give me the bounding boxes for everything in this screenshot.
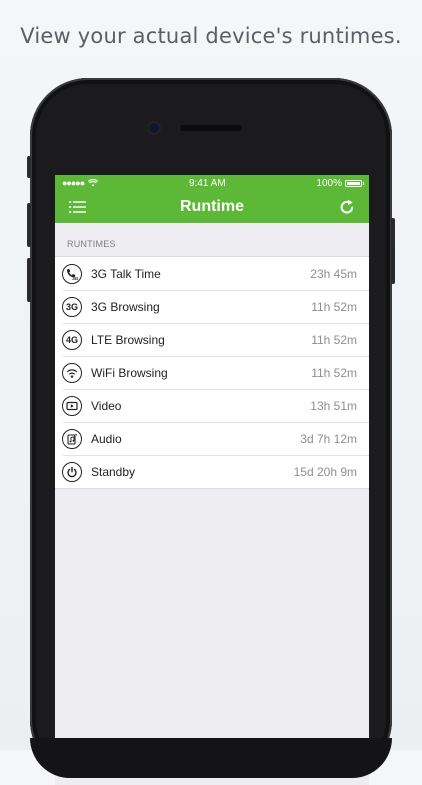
menu-button[interactable] [69, 200, 87, 214]
3g-icon: 3G [62, 296, 82, 317]
video-icon [62, 395, 82, 416]
runtime-row-video[interactable]: Video 13h 51m [55, 389, 369, 422]
navigation-bar: Runtime [55, 191, 369, 223]
wifi-icon [62, 362, 82, 383]
4g-icon: 4G [62, 329, 82, 350]
power-icon [62, 461, 82, 482]
runtime-list: 3G 3G Talk Time 23h 45m 3G 3G Browsing 1… [55, 256, 369, 489]
runtime-row-3g-browsing[interactable]: 3G 3G Browsing 11h 52m [55, 290, 369, 323]
phone-chin [30, 738, 392, 778]
wifi-status-icon [88, 179, 99, 187]
status-bar: ●●●●● 9:41 AM 100% [55, 175, 369, 191]
earpiece-speaker [180, 125, 242, 131]
audio-icon [62, 428, 82, 449]
mute-switch [27, 156, 31, 178]
power-button [391, 218, 395, 284]
row-value: 3d 7h 12m [300, 431, 357, 446]
row-value: 11h 52m [311, 299, 357, 314]
phone-frame: ●●●●● 9:41 AM 100% Runtime RUNTIMES 3G 3… [27, 78, 395, 785]
battery-percentage: 100% [316, 177, 342, 189]
runtime-row-audio[interactable]: Audio 3d 7h 12m [55, 422, 369, 455]
runtime-row-3g-talk-time[interactable]: 3G 3G Talk Time 23h 45m [55, 257, 369, 290]
volume-up-button [27, 203, 31, 247]
row-value: 11h 52m [311, 365, 357, 380]
row-label: 3G Talk Time [91, 266, 161, 281]
menu-list-icon [69, 200, 86, 214]
signal-strength-icon: ●●●●● [62, 178, 85, 188]
row-value: 23h 45m [310, 266, 357, 281]
row-label: WiFi Browsing [91, 365, 168, 380]
row-value: 11h 52m [311, 332, 357, 347]
volume-down-button [27, 258, 31, 302]
phone-3g-icon: 3G [62, 263, 82, 284]
refresh-button[interactable] [337, 197, 357, 217]
status-time: 9:41 AM [188, 177, 226, 189]
runtime-row-wifi-browsing[interactable]: WiFi Browsing 11h 52m [55, 356, 369, 389]
front-camera [149, 123, 159, 133]
row-label: Audio [91, 431, 122, 446]
row-label: Video [91, 398, 122, 413]
runtime-row-standby[interactable]: Standby 15d 20h 9m [55, 455, 369, 488]
app-screen: ●●●●● 9:41 AM 100% Runtime RUNTIMES 3G 3… [55, 175, 369, 785]
battery-level [347, 181, 360, 185]
promo-headline: View your actual device's runtimes. [20, 24, 402, 48]
row-value: 15d 20h 9m [293, 464, 357, 479]
row-label: 3G Browsing [91, 299, 160, 314]
section-header: RUNTIMES [67, 239, 116, 249]
battery-icon [345, 179, 364, 187]
row-label: Standby [91, 464, 136, 479]
svg-text:3G: 3G [72, 276, 79, 281]
runtime-row-lte-browsing[interactable]: 4G LTE Browsing 11h 52m [55, 323, 369, 356]
row-value: 13h 51m [310, 398, 357, 413]
row-label: LTE Browsing [91, 332, 165, 347]
nav-title: Runtime [180, 198, 244, 215]
refresh-icon [340, 199, 354, 214]
